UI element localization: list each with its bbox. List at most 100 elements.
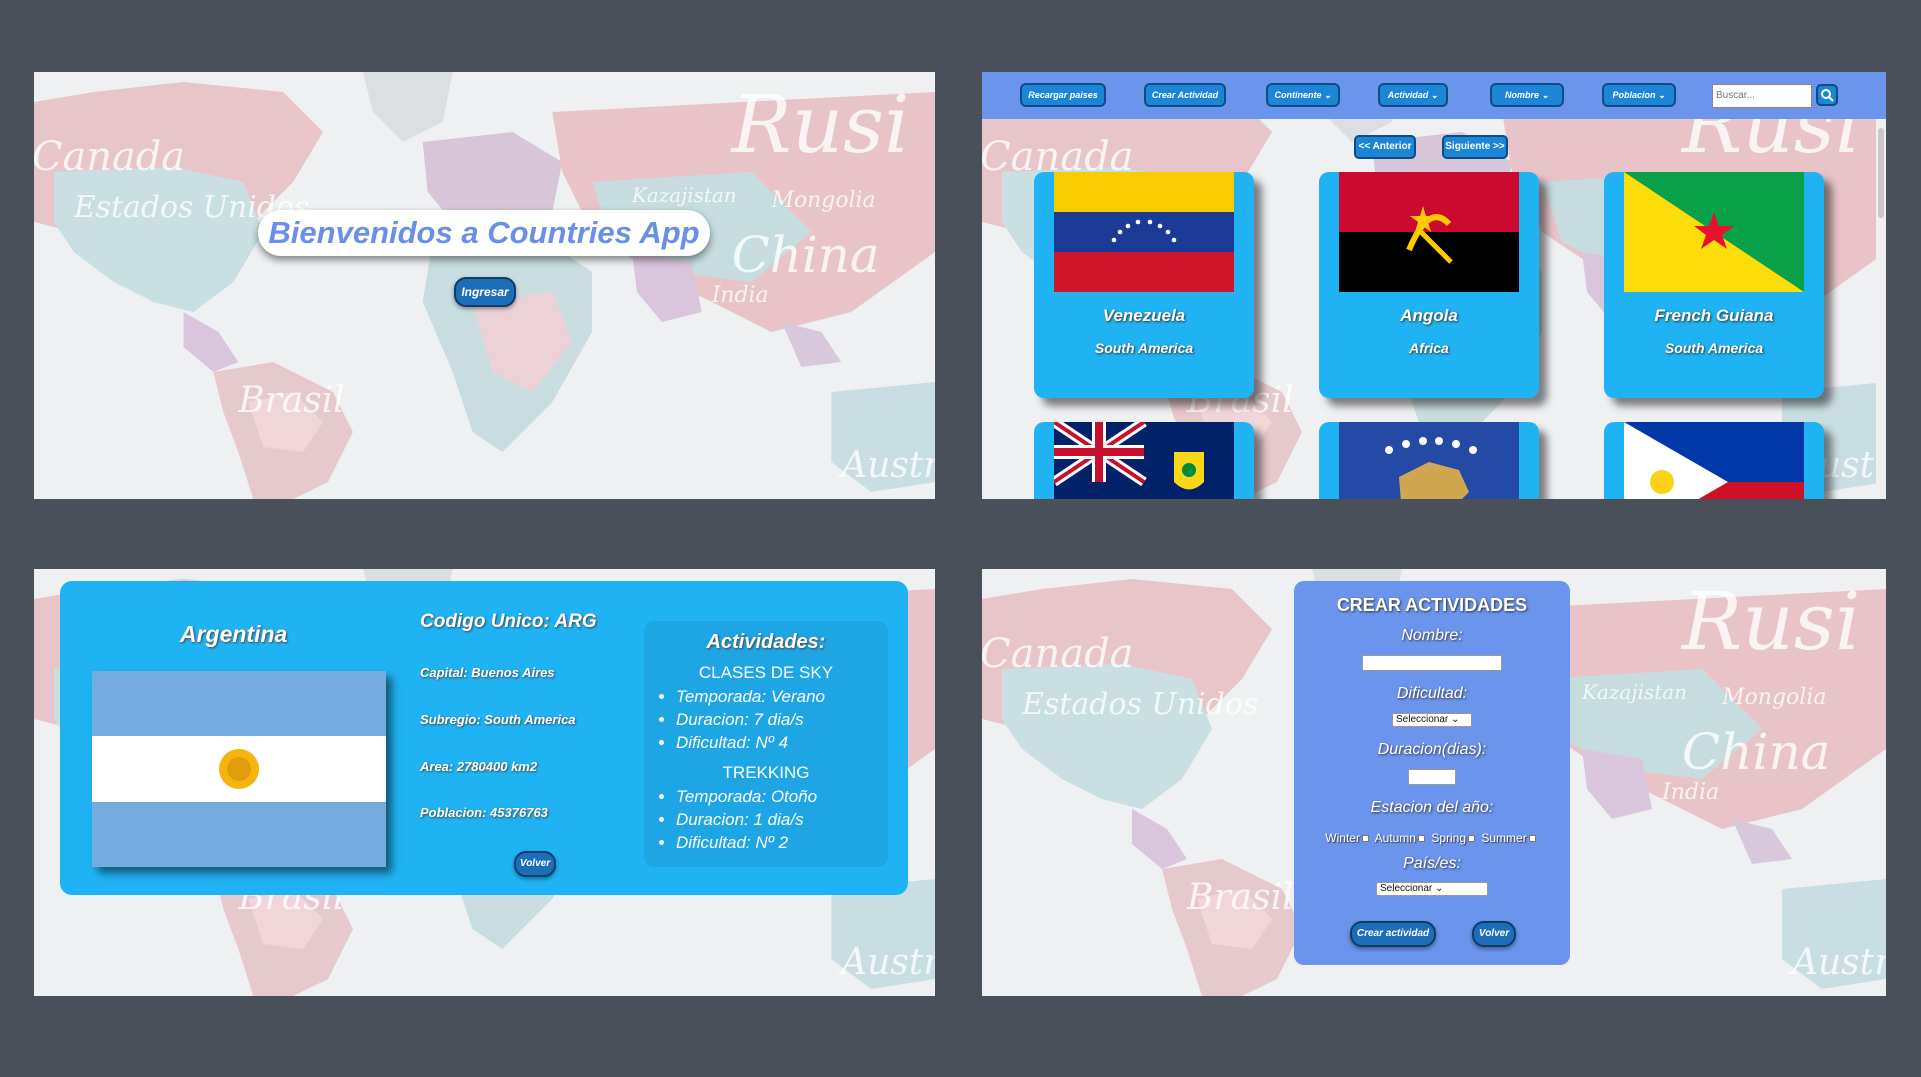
continent-dropdown[interactable]: Continente ⌄	[1266, 83, 1340, 107]
season-autumn-checkbox[interactable]	[1417, 835, 1425, 843]
season-checkboxes: Winter Autumn Spring Summer	[1294, 831, 1570, 845]
map-label: Austr	[1789, 942, 1886, 983]
season-spring-label: Spring	[1431, 831, 1467, 845]
chevron-down-icon: ⌄	[1657, 90, 1666, 100]
venezuela-flag	[1054, 172, 1234, 292]
activity-difficulty: Dificultad: Nº 4	[676, 733, 825, 756]
map-label: Rusi	[1680, 575, 1860, 668]
country-name: Angola	[1400, 306, 1458, 325]
country-title: Argentina	[180, 621, 288, 647]
activity-season: Temporada: Otoño	[676, 787, 817, 810]
chevron-down-icon: ⌄	[1430, 90, 1439, 100]
map-label: Austr	[838, 445, 935, 486]
map-label: India	[711, 283, 769, 308]
season-summer-checkbox[interactable]	[1528, 835, 1536, 843]
country-name: French Guiana	[1654, 306, 1774, 325]
activity-details: Temporada: Verano Duracion: 7 dia/s Difi…	[658, 687, 825, 756]
chevron-down-icon: ⌄	[1451, 714, 1460, 725]
map-label: Canada	[34, 134, 185, 180]
map-label: Kazajistan	[1581, 680, 1687, 704]
reload-countries-button[interactable]: Recargar paises	[1020, 83, 1106, 107]
activity-duration: Duracion: 1 dia/s	[676, 810, 817, 833]
country-card[interactable]	[1034, 422, 1254, 499]
duration-label: Duracion(dias):	[1377, 741, 1487, 758]
country-card[interactable]	[1604, 422, 1824, 499]
create-activity-submit-button[interactable]: Crear actividad	[1350, 921, 1436, 947]
activity-dropdown[interactable]: Actividad ⌄	[1378, 83, 1448, 107]
season-spring-checkbox[interactable]	[1468, 835, 1476, 843]
home-screen: Canada Brasil Austr Rusi Recargar paises…	[982, 72, 1886, 499]
season-winter-checkbox[interactable]	[1361, 835, 1369, 843]
country-subregion: Subregio: South America	[420, 712, 576, 727]
season-autumn-label: Autumn	[1374, 831, 1416, 845]
back-button[interactable]: Volver	[1472, 921, 1516, 947]
country-continent: South America	[1664, 340, 1764, 356]
philippines-flag	[1624, 422, 1804, 499]
country-select[interactable]: Seleccionar ⌄	[1376, 882, 1488, 896]
country-detail-card: Argentina Codigo Unico: ARG Capital: Bue…	[60, 581, 908, 895]
kosovo-flag	[1339, 422, 1519, 499]
name-input[interactable]	[1362, 655, 1502, 671]
country-capital: Capital: Buenos Aires	[420, 665, 555, 680]
country-population: Poblacion: 45376763	[420, 805, 548, 820]
map-label: Rusi	[730, 78, 910, 171]
map-label: Canada	[982, 631, 1134, 677]
country-continent: South America	[1094, 340, 1194, 356]
map-label: Mongolia	[771, 188, 876, 213]
map-label: China	[732, 226, 880, 284]
duration-input[interactable]	[1408, 769, 1456, 785]
country-card[interactable]: Angola Africa	[1319, 172, 1539, 398]
prev-page-button[interactable]: << Anterior	[1354, 135, 1416, 159]
season-winter-label: Winter	[1325, 831, 1360, 845]
map-label: Austr	[838, 942, 935, 983]
country-label: País/es:	[1403, 855, 1461, 872]
search-icon	[1821, 89, 1834, 102]
map-label: Brasil	[1186, 877, 1294, 918]
activity-dropdown-label: Actividad	[1387, 90, 1429, 100]
continent-dropdown-label: Continente	[1274, 90, 1322, 100]
scrollbar-thumb[interactable]	[1878, 128, 1884, 218]
map-label: Estados Unidos	[1021, 687, 1258, 722]
activity-details: Temporada: Otoño Duracion: 1 dia/s Dific…	[658, 787, 817, 856]
enter-button[interactable]: Ingresar	[454, 277, 516, 307]
chevron-down-icon: ⌄	[1541, 90, 1550, 100]
name-label: Nombre:	[1401, 627, 1463, 644]
navbar: Recargar paises Crear Actividad Continen…	[982, 72, 1886, 119]
country-code: Codigo Unico: ARG	[420, 611, 597, 632]
country-card[interactable]: Venezuela South America	[1034, 172, 1254, 398]
difficulty-label: Dificultad:	[1396, 685, 1468, 702]
angola-flag	[1339, 172, 1519, 292]
chevron-down-icon: ⌄	[1323, 90, 1332, 100]
activity-name: TREKKING	[722, 763, 810, 782]
activity-season: Temporada: Verano	[676, 687, 825, 710]
map-label: Mongolia	[1721, 685, 1826, 710]
detail-screen: Brasil Austr Argentina Codigo Unico: ARG…	[34, 569, 935, 996]
create-activity-button[interactable]: Crear Actividad	[1144, 83, 1226, 107]
search-input[interactable]: Buscar...	[1712, 84, 1812, 108]
activity-name: CLASES DE SKY	[698, 663, 834, 682]
welcome-title: Bienvenidos a Countries App	[258, 210, 710, 256]
country-select-value: Seleccionar	[1380, 883, 1433, 894]
activities-panel: Actividades: CLASES DE SKY Temporada: Ve…	[644, 621, 888, 867]
population-sort-dropdown[interactable]: Poblacion ⌄	[1602, 83, 1676, 107]
search-button[interactable]	[1816, 84, 1838, 106]
difficulty-select-value: Seleccionar	[1396, 714, 1449, 725]
season-summer-label: Summer	[1481, 831, 1527, 845]
turks-and-caicos-flag	[1054, 422, 1234, 499]
argentina-flag	[92, 671, 386, 867]
country-card[interactable]: French Guiana South America	[1604, 172, 1824, 398]
form-title: CREAR ACTIVIDADES	[1336, 595, 1528, 615]
country-continent: Africa	[1409, 340, 1449, 356]
population-sort-label: Poblacion	[1612, 90, 1656, 100]
country-card[interactable]	[1319, 422, 1539, 499]
difficulty-select[interactable]: Seleccionar ⌄	[1392, 713, 1472, 727]
name-sort-dropdown[interactable]: Nombre ⌄	[1490, 83, 1564, 107]
season-label: Estacion del año:	[1370, 799, 1494, 816]
landing-screen: Canada Estados Unidos Brasil China Kazaj…	[34, 72, 935, 499]
activity-duration: Duracion: 7 dia/s	[676, 710, 825, 733]
map-label: China	[1682, 723, 1830, 781]
map-label: India	[1661, 780, 1719, 805]
back-button[interactable]: Volver	[514, 851, 556, 877]
map-label: Kazajistan	[631, 183, 737, 207]
next-page-button[interactable]: Siguiente >>	[1442, 135, 1508, 159]
